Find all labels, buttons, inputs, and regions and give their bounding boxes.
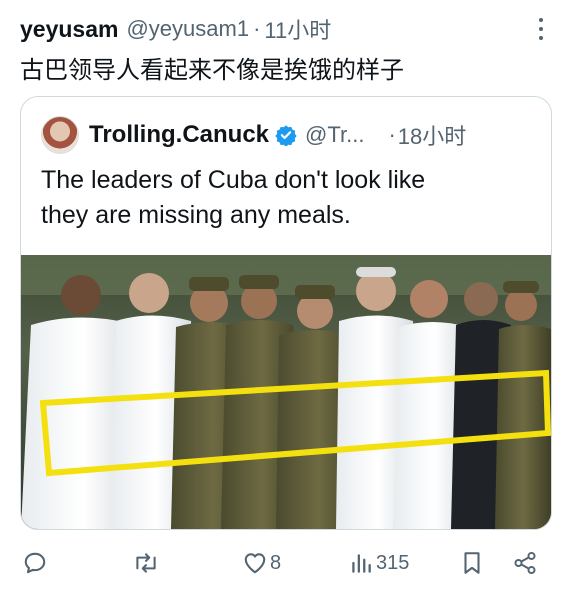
separator-dot: ·	[253, 16, 261, 41]
tweet[interactable]: yeyusam @yeyusam1 · 11小时 古巴领导人看起来不像是挨饿的样…	[0, 0, 573, 591]
separator-dot: ·	[388, 122, 396, 147]
avatar[interactable]	[41, 116, 79, 154]
views-count: 315	[376, 551, 410, 574]
quoted-tweet[interactable]: Trolling.Canuck @Tr... · 18小时 The leader…	[20, 96, 552, 530]
quoted-tweet-text-line: they are missing any meals.	[41, 201, 351, 229]
like-count: 8	[270, 551, 282, 574]
tweet-time[interactable]: 11小时	[264, 13, 331, 45]
retweet-button[interactable]	[132, 548, 160, 578]
quoted-author-name[interactable]: Trolling.Canuck	[89, 121, 269, 149]
views-button[interactable]: 315	[348, 548, 409, 578]
author-name[interactable]: yeyusam	[20, 16, 118, 43]
verified-badge-icon	[275, 125, 297, 146]
retweet-icon	[136, 553, 156, 573]
quoted-author-handle[interactable]: @Tr...	[305, 122, 364, 148]
share-icon	[514, 551, 536, 575]
bookmark-button[interactable]	[460, 548, 484, 578]
quoted-tweet-photo[interactable]	[21, 255, 551, 529]
reply-icon	[24, 552, 46, 574]
quoted-tweet-text-line: The leaders of Cuba don't look like	[41, 166, 426, 194]
share-button[interactable]	[512, 548, 538, 578]
like-button[interactable]: 8	[242, 548, 281, 578]
more-options-icon[interactable]	[533, 14, 549, 44]
quoted-tweet-text: The leaders of Cuba don't look like they…	[41, 163, 521, 233]
author-handle[interactable]: @yeyusam1	[126, 16, 249, 42]
reply-button[interactable]	[22, 548, 48, 578]
action-bar: 8 315	[0, 540, 573, 586]
heart-icon	[244, 553, 266, 574]
bookmark-icon	[464, 552, 480, 574]
tweet-header: yeyusam @yeyusam1 · 11小时	[20, 12, 540, 46]
quoted-tweet-header: Trolling.Canuck @Tr... · 18小时	[41, 115, 541, 155]
quoted-tweet-time[interactable]: 18小时	[398, 119, 466, 151]
views-icon	[352, 554, 371, 573]
tweet-text: 古巴领导人看起来不像是挨饿的样子	[20, 57, 404, 84]
